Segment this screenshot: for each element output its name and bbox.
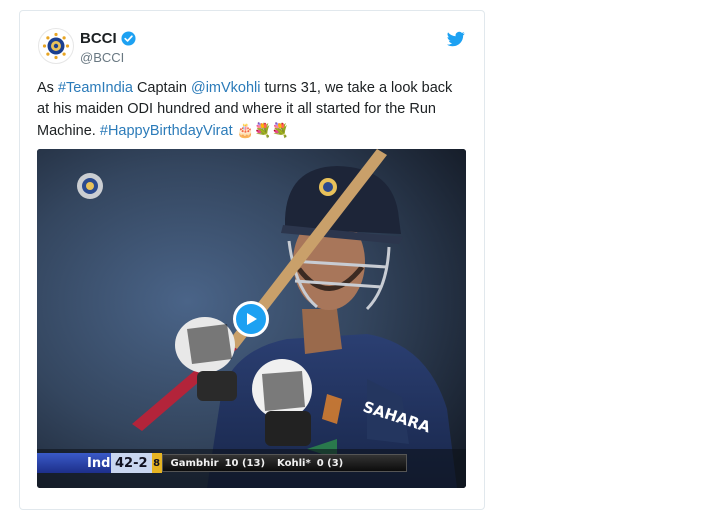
handle[interactable]: @BCCI <box>80 50 124 65</box>
batter2-name: Kohli* <box>277 457 311 469</box>
overs-marker: 8 <box>151 453 162 473</box>
batters-panel: Gambhir 10 (13) Kohli* 0 (3) <box>161 454 407 472</box>
video-player[interactable]: SAHARA Ind 42-2 8 Gambhir 10 (13) Kohli*… <box>37 149 466 488</box>
emoji-group: 🎂💐💐 <box>236 122 289 138</box>
tweet-text-segment: As <box>37 80 58 96</box>
verified-icon <box>121 31 136 46</box>
team-box: Ind <box>37 453 111 473</box>
scorebar: Ind 42-2 8 Gambhir 10 (13) Kohli* 0 (3) <box>37 452 466 474</box>
tweet-text: As #TeamIndia Captain @imVkohli turns 31… <box>37 78 467 142</box>
hashtag-teamindia[interactable]: #TeamIndia <box>58 80 133 96</box>
display-name[interactable]: BCCI <box>80 30 117 47</box>
mention-imvkohli[interactable]: @imVkohli <box>191 80 261 96</box>
batter1-name: Gambhir <box>170 457 219 469</box>
team-name: Ind <box>87 455 111 471</box>
batter2-score: 0 (3) <box>316 457 344 469</box>
tweet-text-segment: Captain <box>132 80 191 96</box>
name-row: BCCI <box>80 30 136 47</box>
bcci-logo-icon <box>42 32 70 60</box>
bcci-watermark-icon <box>77 173 103 199</box>
play-icon <box>247 313 257 325</box>
batter1-score: 10 (13) <box>224 457 266 469</box>
twitter-bird-icon[interactable] <box>447 30 465 48</box>
play-button[interactable] <box>233 301 269 337</box>
team-score: 42-2 <box>111 453 152 473</box>
hashtag-happybirthdayvirat[interactable]: #HappyBirthdayVirat <box>100 123 233 139</box>
avatar[interactable] <box>38 28 74 64</box>
tweet-card: BCCI @BCCI As #TeamIndia Captain @imVkoh… <box>19 10 485 510</box>
